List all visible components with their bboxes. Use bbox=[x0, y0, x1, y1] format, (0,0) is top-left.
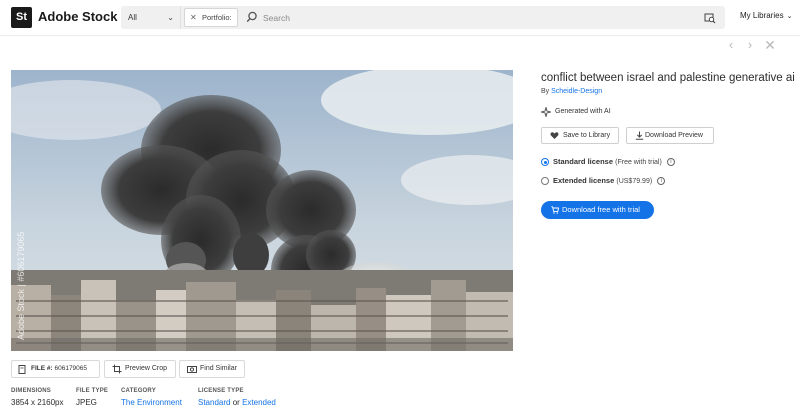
preview-crop-button[interactable]: Preview Crop bbox=[104, 360, 176, 378]
dimensions-label: DIMENSIONS bbox=[11, 388, 52, 394]
download-free-trial-label: Download free with trial bbox=[562, 205, 640, 214]
chevron-down-icon: ⌄ bbox=[167, 13, 174, 22]
my-libraries-label: My Libraries bbox=[740, 11, 784, 20]
search-bar: All ⌄ ✕ Portfolio: bbox=[121, 6, 725, 29]
meta-file-type: FILE TYPE JPEG bbox=[76, 388, 108, 407]
camera-icon bbox=[187, 366, 197, 373]
dimensions-value: 3854 x 2160px bbox=[11, 398, 64, 407]
extended-license-option[interactable]: Extended license (US$79.99) i bbox=[541, 176, 666, 186]
download-free-trial-button[interactable]: Download free with trial bbox=[541, 201, 654, 219]
license-or-text: or bbox=[232, 398, 240, 407]
chevron-right-icon[interactable]: › bbox=[744, 38, 756, 52]
asset-byline: By Scheidle-Design bbox=[541, 88, 602, 95]
download-preview-label: Download Preview bbox=[645, 132, 703, 139]
search-icon bbox=[246, 11, 257, 23]
portfolio-filter-chip[interactable]: ✕ Portfolio: bbox=[184, 8, 238, 27]
crop-icon bbox=[112, 364, 122, 374]
close-icon[interactable]: ✕ bbox=[764, 38, 776, 52]
filter-value: All bbox=[128, 13, 137, 22]
asset-type-filter[interactable]: All ⌄ bbox=[121, 6, 181, 29]
info-icon[interactable]: i bbox=[657, 177, 666, 186]
file-label: FILE #: bbox=[31, 365, 53, 372]
file-number: 606179065 bbox=[54, 365, 88, 372]
heart-icon bbox=[550, 132, 559, 139]
preview-crop-label: Preview Crop bbox=[125, 365, 168, 372]
author-link[interactable]: Scheidle-Design bbox=[551, 88, 602, 95]
visual-search-icon[interactable] bbox=[704, 12, 716, 24]
brand-name[interactable]: Adobe Stock bbox=[38, 9, 117, 24]
my-libraries-menu[interactable]: My Libraries ⌄ bbox=[740, 11, 792, 20]
chevron-down-icon: ⌄ bbox=[786, 13, 793, 20]
header-divider bbox=[0, 35, 800, 36]
asset-title: conflict between israel and palestine ge… bbox=[541, 72, 795, 84]
generated-ai-badge: Generated with AI bbox=[541, 107, 611, 117]
file-type-value: JPEG bbox=[76, 398, 97, 407]
find-similar-label: Find Similar bbox=[200, 365, 237, 372]
asset-preview-image[interactable] bbox=[11, 70, 513, 351]
standard-license-name: Standard license bbox=[553, 157, 614, 166]
extended-license-radio[interactable] bbox=[541, 177, 549, 185]
file-number-box: FILE #: 606179065 bbox=[11, 360, 100, 378]
save-to-library-button[interactable]: Save to Library bbox=[541, 127, 619, 144]
meta-category: CATEGORY The Environment bbox=[121, 388, 182, 407]
search-input[interactable] bbox=[263, 6, 683, 29]
license-type-label: LICENSE TYPE bbox=[198, 388, 244, 394]
chip-label: Portfolio: bbox=[202, 13, 232, 22]
close-icon[interactable]: ✕ bbox=[190, 9, 197, 26]
category-label: CATEGORY bbox=[121, 388, 156, 394]
standard-license-radio[interactable] bbox=[541, 158, 549, 166]
file-icon bbox=[18, 365, 26, 374]
meta-license-type: LICENSE TYPE Standard or Extended bbox=[198, 388, 276, 407]
info-icon[interactable]: i bbox=[666, 158, 675, 167]
adobe-stock-logo[interactable]: St bbox=[11, 7, 32, 28]
download-icon bbox=[635, 131, 644, 140]
top-header: St Adobe Stock All ⌄ ✕ Portfolio: My Lib… bbox=[0, 0, 800, 35]
category-link[interactable]: The Environment bbox=[121, 398, 182, 407]
file-type-label: FILE TYPE bbox=[76, 388, 109, 394]
standard-license-detail: (Free with trial) bbox=[615, 159, 662, 166]
extended-license-detail: (US$79.99) bbox=[616, 178, 653, 185]
by-prefix: By bbox=[541, 88, 550, 95]
preview-illustration bbox=[11, 70, 513, 351]
cart-icon bbox=[551, 206, 559, 214]
standard-license-link[interactable]: Standard bbox=[198, 398, 230, 407]
meta-dimensions: DIMENSIONS 3854 x 2160px bbox=[11, 388, 64, 407]
sparkle-icon bbox=[541, 107, 551, 117]
preview-watermark: Adobe Stock | #606179065 bbox=[16, 231, 26, 340]
save-to-library-label: Save to Library bbox=[563, 132, 611, 139]
extended-license-link[interactable]: Extended bbox=[242, 398, 276, 407]
chevron-left-icon[interactable]: ‹ bbox=[725, 38, 737, 52]
find-similar-button[interactable]: Find Similar bbox=[179, 360, 245, 378]
standard-license-option[interactable]: Standard license (Free with trial) i bbox=[541, 157, 675, 167]
download-preview-button[interactable]: Download Preview bbox=[626, 127, 714, 144]
extended-license-name: Extended license bbox=[553, 176, 615, 185]
generated-ai-label: Generated with AI bbox=[555, 108, 611, 115]
